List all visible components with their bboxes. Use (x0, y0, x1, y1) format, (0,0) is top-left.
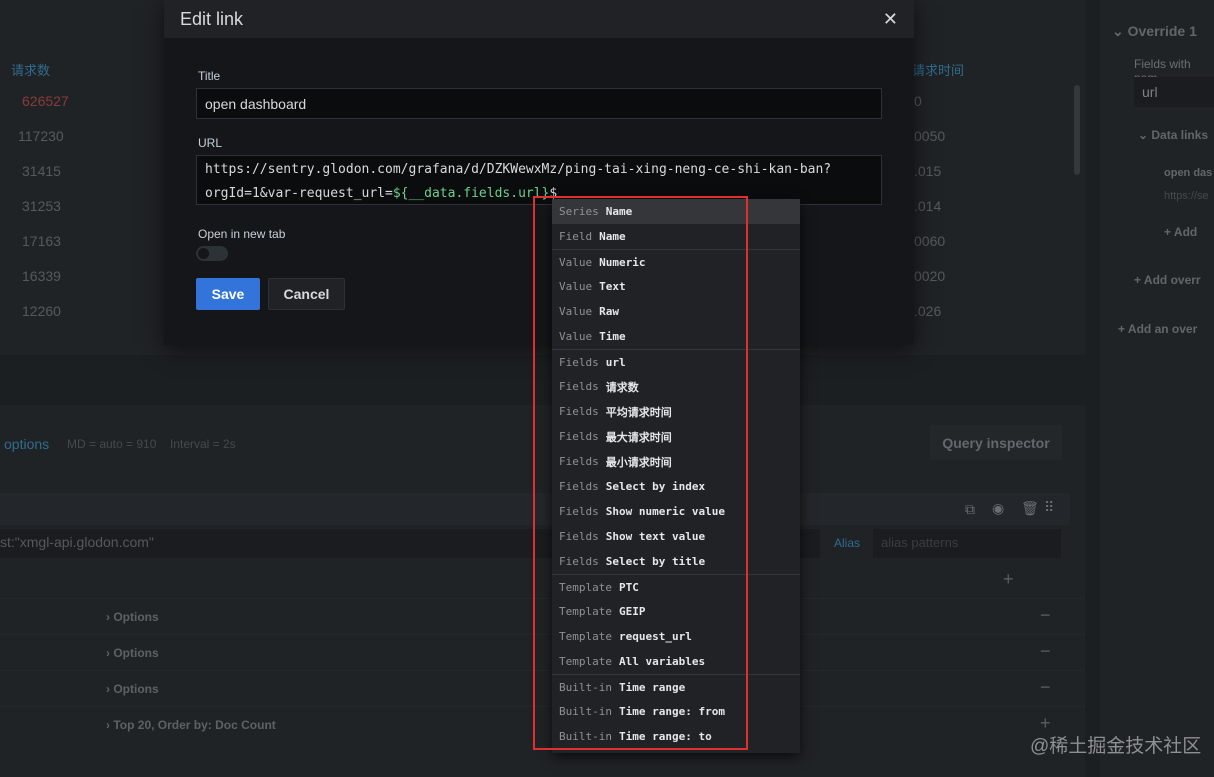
table-cell: 0020 (914, 268, 946, 284)
max-data-points: MD = auto = 910 (67, 437, 157, 451)
remove-icon[interactable]: − (1040, 641, 1051, 662)
override-title[interactable]: ⌄ Override 1 (1112, 23, 1197, 40)
add-link-button[interactable]: + Add (1164, 225, 1197, 239)
title-label: Title (198, 69, 221, 83)
data-link-title[interactable]: open das (1164, 167, 1212, 179)
table-cell: 16339 (22, 268, 61, 284)
title-input[interactable]: open dashboard (196, 88, 882, 119)
table-cell: 0050 (914, 128, 946, 144)
cancel-button[interactable]: Cancel (268, 278, 345, 310)
table-cell: 0060 (914, 233, 946, 249)
watermark: @稀土掘金技术社区 (1030, 736, 1202, 757)
query-inspector-button[interactable]: Query inspector (930, 425, 1062, 460)
data-link-url: https://se (1164, 190, 1209, 202)
add-override-property-button[interactable]: + Add overr (1134, 273, 1201, 287)
trash-icon[interactable]: 🗑 (1021, 500, 1039, 517)
column-header-requests[interactable]: 请求数 (11, 60, 50, 79)
interval: Interval = 2s (170, 437, 236, 451)
scrollbar[interactable] (1074, 85, 1080, 175)
table-cell: .026 (914, 303, 942, 319)
data-links-section[interactable]: ⌄ Data links (1138, 128, 1208, 142)
drag-handle-icon[interactable]: ⠿ (1044, 499, 1054, 516)
table-cell: .015 (914, 163, 942, 179)
override-sidebar: ⌄ Override 1 Fields with nam url ⌄ Data … (1100, 0, 1214, 777)
modal-title: Edit link (180, 8, 244, 29)
query-options-link[interactable]: options (4, 436, 49, 452)
close-icon[interactable]: ✕ (883, 9, 898, 30)
table-cell: 31253 (22, 198, 61, 214)
add-metric-icon[interactable]: + (1003, 569, 1014, 590)
table-cell: 31415 (22, 163, 61, 179)
field-name-select[interactable]: url (1134, 77, 1214, 107)
table-cell: 0 (914, 93, 922, 109)
table-cell: 117230 (18, 128, 64, 144)
save-button[interactable]: Save (196, 278, 260, 310)
table-cell: 17163 (22, 233, 61, 249)
column-header-time[interactable]: 请求时间 (912, 60, 964, 79)
table-cell: 626527 (22, 93, 69, 109)
alias-input[interactable]: alias patterns (873, 529, 1061, 558)
new-tab-toggle[interactable] (196, 246, 228, 261)
table-cell: 12260 (22, 303, 61, 319)
alias-label: Alias (834, 536, 861, 550)
highlight-box (533, 196, 748, 750)
table-cell: .014 (914, 198, 942, 214)
new-tab-label: Open in new tab (198, 227, 286, 241)
duplicate-icon[interactable]: ⧉ (965, 501, 975, 518)
url-label: URL (198, 136, 223, 150)
remove-icon[interactable]: − (1040, 677, 1051, 698)
eye-icon[interactable]: ◉ (992, 500, 1004, 517)
add-override-button[interactable]: + Add an over (1118, 322, 1197, 336)
url-line-1: https://sentry.glodon.com/grafana/d/DZKW… (205, 162, 832, 177)
remove-icon[interactable]: − (1040, 605, 1051, 626)
